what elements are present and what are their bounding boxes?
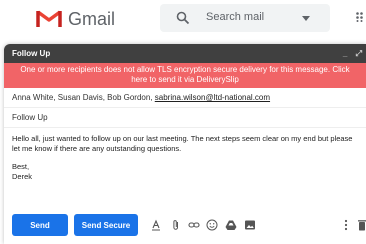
drive-icon[interactable]: [225, 219, 237, 231]
more-options-icon[interactable]: [344, 219, 348, 231]
recipients-field[interactable]: Anna White, Susan Davis, Bob Gordon, sab…: [4, 88, 366, 108]
insert-photo-icon[interactable]: [244, 219, 256, 231]
gmail-logo-text[interactable]: Gmail: [68, 9, 115, 30]
compose-title: Follow Up: [12, 49, 51, 58]
body-paragraph: Hello all, just wanted to follow up on o…: [12, 134, 353, 153]
body-signoff: Best,: [12, 162, 30, 171]
subject-value: Follow Up: [12, 113, 48, 122]
minimize-icon[interactable]: _: [343, 49, 347, 58]
gmail-topbar: Gmail Search mail: [0, 0, 366, 38]
message-body[interactable]: Hello all, just wanted to follow up on o…: [4, 128, 366, 182]
compose-header[interactable]: Follow Up _ ⤢: [4, 44, 366, 63]
subject-field[interactable]: Follow Up: [4, 108, 366, 128]
text-format-icon[interactable]: [150, 219, 162, 231]
search-input[interactable]: Search mail: [206, 11, 264, 23]
send-button[interactable]: Send: [12, 214, 68, 236]
compose-window-actions: _ ⤢: [337, 44, 362, 63]
attach-icon[interactable]: [170, 219, 182, 231]
body-signature: Derek: [12, 172, 33, 181]
discard-draft-icon[interactable]: [358, 219, 366, 231]
recipients-list: Anna White, Susan Davis, Bob Gordon,: [12, 93, 155, 102]
send-secure-button[interactable]: Send Secure: [74, 214, 138, 236]
apps-grid-icon[interactable]: [356, 12, 366, 22]
compose-toolbar: Send Send Secure: [4, 212, 366, 238]
insert-link-icon[interactable]: [188, 219, 200, 231]
compose-window: Follow Up _ ⤢ One or more recipients doe…: [4, 44, 366, 244]
recipient-email-link[interactable]: sabrina.wilson@ltd-national.com: [155, 93, 270, 102]
expand-icon[interactable]: ⤢: [356, 49, 362, 58]
search-options-caret-icon[interactable]: [302, 16, 310, 21]
gmail-logo-icon[interactable]: [36, 8, 62, 28]
tls-warning-banner[interactable]: One or more recipients does not allow TL…: [4, 63, 366, 88]
emoji-icon[interactable]: [206, 219, 218, 231]
search-bar[interactable]: Search mail: [160, 4, 330, 32]
search-icon[interactable]: [176, 11, 190, 25]
